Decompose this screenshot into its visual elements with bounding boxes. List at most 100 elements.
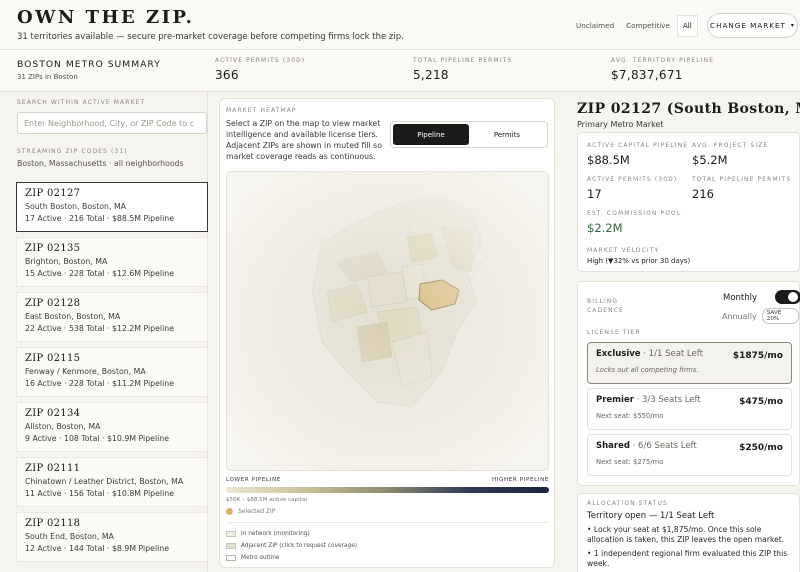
swatch-in-network: [226, 531, 236, 537]
tier-exclusive[interactable]: Exclusive · 1/1 Seat Left $1875/mo Locks…: [587, 342, 792, 384]
zip-sidebar: SEARCH WITHIN ACTIVE MARKET STREAMING ZI…: [8, 92, 208, 572]
selected-key: Selected ZIP: [226, 508, 275, 515]
zip-list-item-02118[interactable]: ZIP 02118 South End, Boston, MA 12 Activ…: [16, 512, 208, 562]
filter-unclaimed[interactable]: Unclaimed: [571, 15, 619, 37]
tier-seats: · 3/3 Seats Left: [636, 395, 701, 405]
allocation-card: ALLOCATION STATUS Territory open — 1/1 S…: [577, 493, 800, 572]
selected-dot-icon: [226, 508, 233, 515]
search-label: SEARCH WITHIN ACTIVE MARKET: [17, 99, 146, 106]
zip-title: ZIP 02128: [25, 298, 81, 309]
allocation-title: Territory open — 1/1 Seat Left: [587, 511, 715, 521]
caret-down-icon: ▾: [790, 22, 795, 29]
stat-label: TOTAL PIPELINE PERMITS: [413, 57, 513, 64]
stat-label: ACTIVE PERMITS (30D): [215, 57, 306, 64]
change-market-button[interactable]: CHANGE MARKET ▾: [707, 13, 798, 38]
metric-label: TOTAL PIPELINE PERMITS: [692, 176, 792, 183]
zip-list-item-02134[interactable]: ZIP 02134 Allston, Boston, MA 9 Active ·…: [16, 402, 208, 452]
zip-title: ZIP 02135: [25, 243, 81, 254]
stat-value: 5,218: [413, 68, 449, 82]
toggle-pipeline[interactable]: Pipeline: [393, 124, 469, 145]
zip-title: ZIP 02134: [25, 408, 81, 419]
metric-toggle: Pipeline Permits: [390, 121, 548, 148]
zip-meta: 22 Active · 538 Total · $12.2M Pipeline: [25, 324, 174, 333]
tier-title: Shared: [596, 441, 630, 451]
summary-subtitle: 31 ZIPs in Boston: [17, 73, 78, 81]
tier-note: Next seat: $550/mo: [596, 412, 664, 420]
zip-list-item-02111[interactable]: ZIP 02111 Chinatown / Leather District, …: [16, 457, 208, 507]
tier-note: Locks out all competing firms.: [596, 366, 699, 374]
zip-place: South End, Boston, MA: [25, 532, 114, 541]
zip-list-item-02115[interactable]: ZIP 02115 Fenway / Kenmore, Boston, MA 1…: [16, 347, 208, 397]
change-market-label: CHANGE MARKET: [710, 21, 786, 30]
filter-competitive[interactable]: Competitive: [621, 15, 675, 37]
zip-title: ZIP 02115: [25, 353, 81, 364]
detail-title: ZIP 02127 (South Boston, MA): [577, 101, 800, 117]
metro-summary: BOSTON METRO SUMMARY 31 ZIPs in Boston A…: [0, 50, 800, 92]
toggle-permits[interactable]: Permits: [469, 124, 545, 145]
monthly-label: Monthly: [723, 293, 758, 303]
zip-map[interactable]: [226, 171, 549, 471]
map-svg[interactable]: [227, 172, 549, 471]
selected-key-label: Selected ZIP: [238, 508, 276, 515]
metric-label: MARKET VELOCITY: [587, 247, 660, 254]
stat-label: AVG. TERRITORY PIPELINE: [611, 57, 715, 64]
tier-seats: · 1/1 Seat Left: [643, 349, 703, 359]
metric-value: $88.5M: [587, 153, 630, 167]
zip-meta: 15 Active · 228 Total · $12.6M Pipeline: [25, 269, 174, 278]
zip-meta: 11 Active · 156 Total · $10.8M Pipeline: [25, 489, 174, 498]
tier-price: $1875/mo: [732, 351, 783, 361]
detail-subtitle: Primary Metro Market: [577, 120, 664, 129]
zip-title: ZIP 02118: [25, 518, 81, 529]
metric-commission-pool: EST. COMMISSION POOL $2.2M: [587, 210, 681, 235]
metric-value: $2.2M: [587, 221, 623, 235]
legend-gradient: [226, 487, 549, 493]
legend-high: HIGHER PIPELINE: [491, 477, 549, 483]
annual-label: Annually: [722, 311, 757, 321]
tier-title: Exclusive: [596, 349, 641, 359]
app-header: OWN THE ZIP. 31 territories available — …: [0, 0, 800, 50]
tier-shared[interactable]: Shared · 6/6 Seats Left $250/mo Next sea…: [587, 434, 792, 476]
billing-label-1: BILLING: [587, 298, 619, 305]
stat-value: 366: [215, 68, 239, 82]
zip-list-item-02127[interactable]: ZIP 02127 South Boston, Boston, MA 17 Ac…: [16, 182, 208, 232]
heatmap-label: MARKET HEATMAP: [226, 107, 297, 114]
zip-detail-panel: ZIP 02127 (South Boston, MA) Primary Met…: [566, 92, 800, 572]
billing-label: BILLING CADENCE: [587, 297, 624, 315]
stat-total-permits: TOTAL PIPELINE PERMITS 5,218: [413, 57, 512, 82]
tier-price: $250/mo: [739, 443, 783, 453]
zip-place: East Boston, Boston, MA: [25, 312, 121, 321]
metric-active-permits: ACTIVE PERMITS (30D) 17: [587, 176, 677, 201]
tier-label: LICENSE TIER: [587, 329, 641, 336]
key-in-network: In network (monitoring): [226, 528, 549, 540]
billing-label-2: CADENCE: [587, 307, 624, 314]
metric-label: EST. COMMISSION POOL: [587, 210, 682, 217]
metric-active-capital: ACTIVE CAPITAL PIPELINE $88.5M: [587, 142, 688, 167]
heatmap-description: Select a ZIP on the map to view market i…: [226, 119, 383, 161]
save-badge: SAVE 20%: [761, 308, 799, 324]
key-label: Metro outline: [241, 555, 280, 561]
annual-option[interactable]: Annually SAVE 20%: [722, 308, 799, 324]
filter-all[interactable]: All: [676, 15, 698, 37]
metric-label: ACTIVE CAPITAL PIPELINE: [587, 142, 689, 149]
zip-meta: 9 Active · 108 Total · $10.9M Pipeline: [25, 434, 170, 443]
tier-note: Next seat: $275/mo: [596, 458, 664, 466]
zip-place: Fenway / Kenmore, Boston, MA: [25, 367, 146, 376]
zip-place: Allston, Boston, MA: [25, 422, 101, 431]
metric-value: 17: [587, 187, 602, 201]
zip-place: South Boston, Boston, MA: [25, 202, 127, 211]
tagline: 31 territories available — secure pre-ma…: [17, 32, 404, 42]
territory-filter: Unclaimed Competitive All: [571, 15, 698, 37]
stat-value: $7,837,671: [611, 68, 683, 82]
key-metro-outline: Metro outline: [226, 552, 549, 564]
tier-premier[interactable]: Premier · 3/3 Seats Left $475/mo Next se…: [587, 388, 792, 430]
license-card: BILLING CADENCE Monthly Annually SAVE 20…: [577, 281, 800, 486]
legend-range: $50K – $88.5M active capital: [226, 497, 307, 503]
allocation-point: • Lock your seat at $1,875/mo. Once this…: [587, 525, 785, 544]
zip-list-item-02135[interactable]: ZIP 02135 Brighton, Boston, MA 15 Active…: [16, 237, 208, 287]
zip-list-item-02128[interactable]: ZIP 02128 East Boston, Boston, MA 22 Act…: [16, 292, 208, 342]
zip-meta: 12 Active · 144 Total · $8.9M Pipeline: [25, 544, 170, 553]
stat-active-permits: ACTIVE PERMITS (30D) 366: [215, 57, 305, 82]
billing-toggle[interactable]: [775, 290, 800, 304]
swatch-adjacent: [226, 543, 236, 549]
search-input[interactable]: [17, 112, 207, 134]
